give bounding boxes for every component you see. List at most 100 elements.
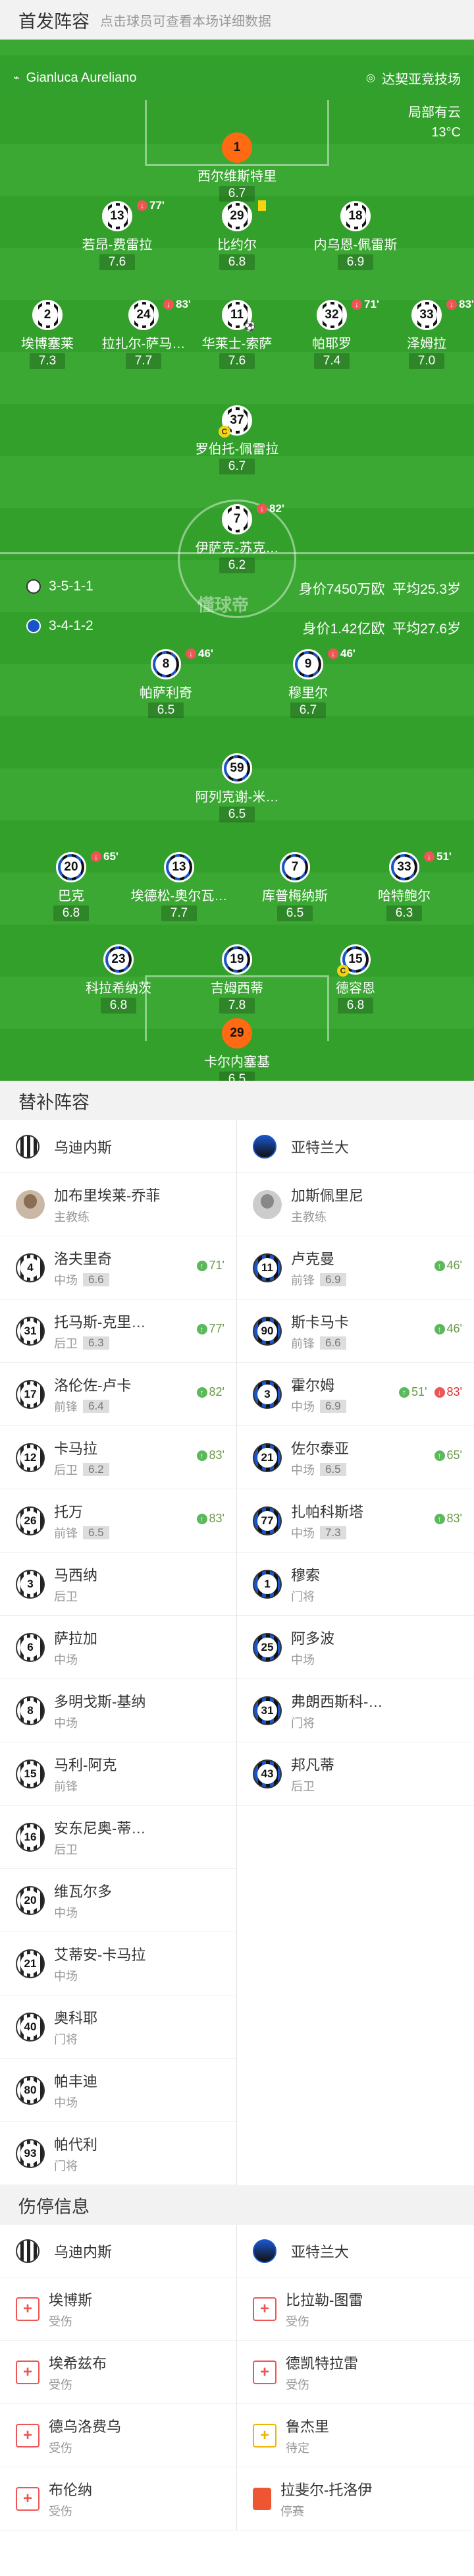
captain-icon: C <box>219 426 230 438</box>
injury-row[interactable]: + 鲁杰里 待定 <box>237 2404 474 2467</box>
injury-status: 停赛 <box>280 2504 304 2518</box>
sub-player-name: 马利-阿克 <box>54 1756 117 1773</box>
sub-player-row[interactable]: 31 托马斯-克里… 后卫 6.3 ↑ 77' <box>0 1300 236 1363</box>
jersey-number: 19 <box>226 949 248 970</box>
sub-on-icon: ↑ <box>434 1260 445 1271</box>
player-rating: 7.0 <box>408 353 445 369</box>
sub-player-row[interactable]: 31 弗朗西斯科-… 门将 <box>237 1679 474 1742</box>
subs-home-team[interactable]: 乌迪内斯 <box>0 1120 236 1173</box>
sub-player-row[interactable]: 21 艾蒂安-卡马拉 中场 <box>0 1932 236 1995</box>
sub-player-row[interactable]: 4 洛夫里奇 中场 6.6 ↑ 71' <box>0 1236 236 1300</box>
home-player[interactable]: 13 ↓ 77' 若昂-费雷拉 7.6 <box>68 199 167 270</box>
sub-player-row[interactable]: 43 邦凡蒂 后卫 <box>237 1742 474 1806</box>
injury-row[interactable]: + 德凯特拉雷 受伤 <box>237 2341 474 2404</box>
home-player[interactable]: 2 埃博塞莱 7.3 <box>0 300 97 369</box>
home-player[interactable]: 29 比约尔 6.8 <box>188 200 286 270</box>
injury-status: 受伤 <box>49 2314 72 2328</box>
home-coach[interactable]: 加布里埃莱-乔菲 主教练 <box>0 1173 236 1236</box>
subs-away-team[interactable]: 亚特兰大 <box>237 1120 474 1173</box>
away-player[interactable]: 9 ↓ 46' 穆里尔 6.7 <box>259 647 357 718</box>
home-player[interactable]: 37 C 罗伯托-佩雷拉 6.7 <box>188 405 286 474</box>
sub-player-row[interactable]: 3 马西纳 后卫 <box>0 1553 236 1616</box>
sub-off-badge: ↓ 71' <box>352 298 379 311</box>
injury-row[interactable]: + 德乌洛费乌 受伤 <box>0 2404 236 2467</box>
sub-player-row[interactable]: 17 洛伦佐-卢卡 前锋 6.4 ↑ 82' <box>0 1363 236 1426</box>
jersey-icon: 37 C <box>219 405 252 438</box>
jersey-icon: 13 ↓ 77' <box>102 199 165 231</box>
sub-in-badge: ↑ 71' <box>196 1259 224 1273</box>
injury-icon: + <box>16 2423 40 2447</box>
player-rating: 7.6 <box>99 254 136 270</box>
sub-player-row[interactable]: 93 帕代利 门将 <box>0 2122 236 2185</box>
sub-player-row[interactable]: 11 卢克曼 前锋 6.9 ↑ 46' <box>237 1236 474 1300</box>
home-player[interactable]: 33 ↓ 83' 泽姆拉 7.0 <box>377 298 474 369</box>
jersey-icon: 80 <box>16 2075 45 2105</box>
jersey-number: 33 <box>394 857 415 878</box>
sub-player-row[interactable]: 12 卡马拉 后卫 6.2 ↑ 83' <box>0 1426 236 1489</box>
sub-player-row[interactable]: 26 托万 前锋 6.5 ↑ 83' <box>0 1489 236 1553</box>
jersey-icon: 16 <box>16 1822 45 1852</box>
injury-row[interactable]: + 比拉勒-图雷 受伤 <box>237 2277 474 2341</box>
away-player[interactable]: 7 库普梅纳斯 6.5 <box>246 852 344 921</box>
sub-player-row[interactable]: 90 斯卡马卡 前锋 6.6 ↑ 46' <box>237 1300 474 1363</box>
away-player[interactable]: 59 阿列克谢-米… 6.5 <box>188 753 286 822</box>
jersey-icon: 1 <box>253 1569 282 1599</box>
away-player[interactable]: 13 埃德松-奥尔瓦… 7.7 <box>130 852 228 921</box>
player-rating: 6.8 <box>337 998 374 1014</box>
injury-row[interactable]: + 埃希兹布 受伤 <box>0 2341 236 2404</box>
away-player[interactable]: 19 吉姆西蒂 7.8 <box>188 944 286 1014</box>
sub-player-row[interactable]: 77 扎帕科斯塔 中场 7.3 ↑ 83' <box>237 1489 474 1553</box>
player-rating: 6.7 <box>219 459 255 474</box>
away-coach[interactable]: 加斯佩里尼 主教练 <box>237 1173 474 1236</box>
sub-player-name: 斯卡马卡 <box>291 1313 350 1331</box>
sub-player-row[interactable]: 40 奥科耶 门将 <box>0 1995 236 2059</box>
sub-player-row[interactable]: 3 霍尔姆 中场 6.9 ↑ 51' ↓ 83' <box>237 1363 474 1426</box>
sub-player-row[interactable]: 20 维瓦尔多 中场 <box>0 1869 236 1932</box>
player-rating: 7.8 <box>219 998 255 1014</box>
sub-player-row[interactable]: 16 安东尼奥-蒂… 后卫 <box>0 1806 236 1869</box>
away-player[interactable]: 8 ↓ 46' 帕萨利奇 6.5 <box>117 647 215 718</box>
sub-off-badge: ↓ 51' <box>424 850 452 863</box>
sub-in-badge: ↑ 46' <box>434 1259 462 1273</box>
sub-player-row[interactable]: 80 帕丰迪 中场 <box>0 2059 236 2122</box>
jersey-icon: 6 <box>16 1632 45 1662</box>
away-player[interactable]: 29 卡尔内塞基 6.5 <box>188 1018 286 1081</box>
injury-away-team[interactable]: 亚特兰大 <box>237 2225 474 2277</box>
home-player[interactable]: 11 ⚽ 华莱士-索萨 7.6 <box>188 300 286 369</box>
subs-home-list: 4 洛夫里奇 中场 6.6 ↑ 71' 31 托马斯-克里… 后卫 6.3 ↑ 77' 17 洛伦佐-卢卡… <box>0 1236 237 2185</box>
away-player[interactable]: 20 ↓ 65' 巴克 6.8 <box>22 850 120 921</box>
home-formation: 3-5-1-1 <box>26 579 93 594</box>
away-player[interactable]: 23 科拉希纳茨 6.8 <box>69 944 168 1014</box>
sub-player-row[interactable]: 25 阿多波 中场 <box>237 1616 474 1679</box>
jersey-number: 32 <box>321 304 342 326</box>
jersey-icon: 7 <box>280 852 310 882</box>
injury-row[interactable]: 拉斐尔-托洛伊 停赛 <box>237 2467 474 2531</box>
home-player[interactable]: 7 ↓ 82' 伊萨克-苏克… 6.2 <box>188 502 286 573</box>
injury-status: 受伤 <box>286 2314 309 2328</box>
sub-on-icon: ↑ <box>196 1513 207 1524</box>
home-player[interactable]: 32 ↓ 71' 帕耶罗 7.4 <box>282 298 381 369</box>
sub-player-row[interactable]: 1 穆索 门将 <box>237 1553 474 1616</box>
injury-row[interactable]: + 布伦纳 受伤 <box>0 2467 236 2531</box>
away-team-stats: 身价1.42亿欧 平均27.6岁 <box>302 621 461 637</box>
sub-player-row[interactable]: 21 佐尔泰亚 中场 6.5 ↑ 65' <box>237 1426 474 1489</box>
sub-player-row[interactable]: 6 萨拉加 中场 <box>0 1616 236 1679</box>
sub-player-row[interactable]: 15 马利-阿克 前锋 <box>0 1742 236 1806</box>
jersey-number: 20 <box>61 857 82 878</box>
sub-in-badge: ↑ 77' <box>196 1322 224 1336</box>
sub-player-row[interactable]: 8 多明戈斯-基纳 中场 <box>0 1679 236 1742</box>
player-name: 哈特鲍尔 <box>378 889 431 903</box>
home-player[interactable]: 18 内乌恩-佩雷斯 6.9 <box>306 201 405 270</box>
home-player[interactable]: 24 ↓ 83' 拉扎尔-萨马… 7.7 <box>94 298 193 369</box>
injured-player-name: 布伦纳 <box>49 2481 93 2498</box>
injury-row[interactable]: + 埃博斯 受伤 <box>0 2277 236 2341</box>
home-player[interactable]: 1 西尔维斯特里 6.7 <box>188 132 286 202</box>
away-player[interactable]: 33 ↓ 51' 哈特鲍尔 6.3 <box>355 850 454 921</box>
player-name: 卡尔内塞基 <box>204 1055 270 1070</box>
sub-off-badge: ↓ 83' <box>163 298 191 311</box>
injured-player-name: 埃博斯 <box>49 2291 93 2308</box>
jersey-number: 29 <box>230 1026 244 1040</box>
sub-player-position: 门将 <box>54 2032 78 2046</box>
injury-home-team[interactable]: 乌迪内斯 <box>0 2225 236 2277</box>
away-player[interactable]: 15 C 德容恩 6.8 <box>306 944 405 1014</box>
